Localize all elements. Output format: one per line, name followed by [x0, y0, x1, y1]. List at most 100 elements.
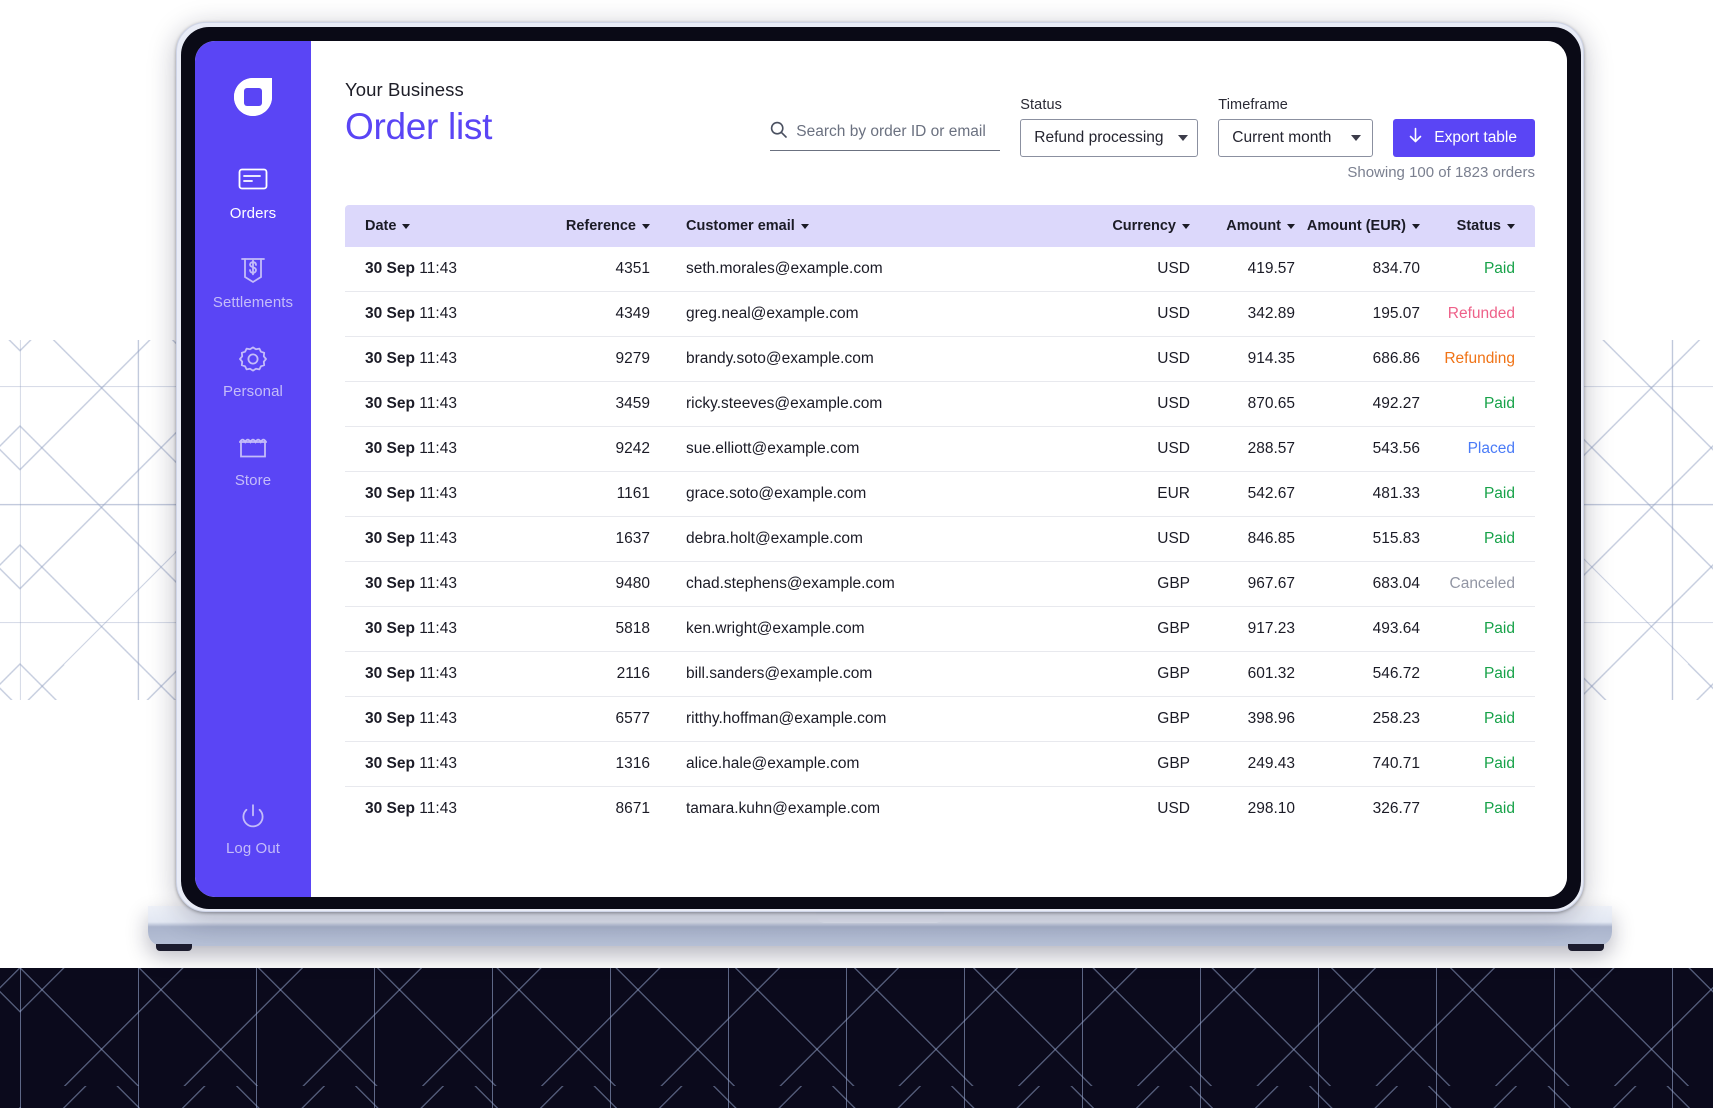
cell-reference: 4351 — [615, 260, 650, 277]
storefront-icon — [238, 434, 268, 464]
table-row[interactable]: 30 Sep 11:43 9279 brandy.soto@example.com U… — [345, 337, 1535, 382]
cell-currency: USD — [1157, 395, 1190, 412]
status-badge: Paid — [1483, 530, 1515, 547]
export-table-button[interactable]: Export table — [1393, 119, 1535, 157]
status-badge: Refunding — [1444, 350, 1515, 367]
column-header-reference[interactable]: Reference — [540, 205, 650, 247]
cell-reference: 3459 — [615, 395, 650, 412]
cell-amount: 298.10 — [1247, 800, 1295, 817]
cell-date-time: 11:43 — [419, 260, 457, 277]
cell-date-time: 11:43 — [419, 440, 457, 457]
cell-reference: 1316 — [615, 755, 650, 772]
cell-amount: 967.67 — [1247, 575, 1295, 592]
sidebar-item-orders[interactable]: Orders — [195, 167, 311, 222]
table-row[interactable]: 30 Sep 11:43 9242 sue.elliott@example.com U… — [345, 427, 1535, 472]
status-badge: Paid — [1483, 665, 1515, 682]
chevron-down-icon — [800, 223, 809, 229]
cell-currency: USD — [1157, 800, 1190, 817]
cell-currency: GBP — [1157, 620, 1190, 637]
cell-customer-email: bill.sanders@example.com — [686, 665, 873, 682]
column-header-customer-email[interactable]: Customer email — [650, 205, 1100, 247]
cell-reference: 9480 — [615, 575, 650, 592]
cell-reference: 1637 — [615, 530, 650, 547]
cell-date: 30 Sep 11:43 — [345, 337, 540, 382]
cell-reference: 9279 — [615, 350, 650, 367]
search-field[interactable] — [770, 121, 1001, 151]
cell-customer-email: ritthy.hoffman@example.com — [686, 710, 887, 727]
page-header: Your Business Order list Search by order… — [345, 77, 1535, 157]
laptop-foot-right — [1568, 944, 1604, 951]
cell-date: 30 Sep 11:43 — [345, 427, 540, 472]
cell-amount-eur: 683.04 — [1372, 575, 1420, 592]
status-badge: Canceled — [1449, 575, 1516, 592]
sidebar-item-store[interactable]: Store — [195, 434, 311, 489]
cell-currency: USD — [1157, 530, 1190, 547]
table-row[interactable]: 30 Sep 11:43 5818 ken.wright@example.com GB… — [345, 607, 1535, 652]
card-lines-icon — [238, 167, 268, 197]
cell-amount-eur: 543.56 — [1372, 440, 1420, 457]
status-badge: Paid — [1483, 395, 1515, 412]
cell-date-day: 30 Sep — [365, 755, 415, 772]
cell-amount-eur: 834.70 — [1372, 260, 1420, 277]
status-filter-label: Status — [1020, 97, 1062, 113]
cell-date: 30 Sep 11:43 — [345, 607, 540, 652]
table-row[interactable]: 30 Sep 11:43 8671 tamara.kuhn@example.com U… — [345, 787, 1535, 832]
table-row[interactable]: 30 Sep 11:43 4351 seth.morales@example.com… — [345, 247, 1535, 292]
status-badge: Placed — [1467, 440, 1515, 457]
table-row[interactable]: 30 Sep 11:43 3459 ricky.steeves@example.co… — [345, 382, 1535, 427]
table-row[interactable]: 30 Sep 11:43 6577 ritthy.hoffman@example.c… — [345, 697, 1535, 742]
sidebar-item-label: Settlements — [212, 294, 294, 311]
column-header-amount[interactable]: Amount — [1190, 205, 1295, 247]
cell-amount-eur: 326.77 — [1372, 800, 1420, 817]
title-block: Your Business Order list — [345, 77, 645, 148]
sidebar-item-logout[interactable]: Log Out — [195, 802, 311, 857]
column-header-label: Customer email — [686, 218, 795, 234]
table-row[interactable]: 30 Sep 11:43 2116 bill.sanders@example.com… — [345, 652, 1535, 697]
table-row[interactable]: 30 Sep 11:43 1637 debra.holt@example.com US… — [345, 517, 1535, 562]
cell-date-day: 30 Sep — [365, 350, 415, 367]
search-input[interactable] — [796, 123, 1001, 141]
page-title: Order list — [345, 106, 493, 147]
table-row[interactable]: 30 Sep 11:43 9480 chad.stephens@example.co… — [345, 562, 1535, 607]
chevron-down-icon — [1177, 135, 1188, 141]
chevron-down-icon — [1182, 223, 1190, 229]
table-row[interactable]: 30 Sep 11:43 1316 alice.hale@example.com GB… — [345, 742, 1535, 787]
column-header-date[interactable]: Date — [345, 205, 540, 247]
sidebar-item-label: Personal — [222, 383, 283, 400]
table-row[interactable]: 30 Sep 11:43 4349 greg.neal@example.com USD… — [345, 292, 1535, 337]
app-logo[interactable] — [231, 75, 275, 119]
column-header-amount-eur[interactable]: Amount (EUR) — [1295, 205, 1420, 247]
status-badge: Paid — [1483, 260, 1515, 277]
timeframe-select[interactable]: Current month — [1218, 119, 1374, 157]
cell-date: 30 Sep 11:43 — [345, 742, 540, 787]
column-header-status[interactable]: Status — [1420, 205, 1535, 247]
gear-icon — [238, 345, 268, 375]
cell-reference: 9242 — [615, 440, 650, 457]
table-row[interactable]: 30 Sep 11:43 1161 grace.soto@example.com EU… — [345, 472, 1535, 517]
cell-date: 30 Sep 11:43 — [345, 562, 540, 607]
cell-date: 30 Sep 11:43 — [345, 787, 540, 832]
cell-amount-eur: 493.64 — [1372, 620, 1420, 637]
status-select[interactable]: Refund processing — [1020, 119, 1199, 157]
cell-amount: 249.43 — [1247, 755, 1295, 772]
cell-currency: EUR — [1157, 485, 1190, 502]
column-header-currency[interactable]: Currency — [1100, 205, 1190, 247]
column-header-label: Status — [1456, 218, 1501, 234]
cell-amount: 917.23 — [1247, 620, 1295, 637]
sidebar-item-personal[interactable]: Personal — [195, 345, 311, 400]
status-select-value: Refund processing — [1034, 129, 1164, 146]
cell-amount-eur: 740.71 — [1372, 755, 1420, 772]
cell-date-time: 11:43 — [419, 530, 457, 547]
cell-date-day: 30 Sep — [365, 620, 415, 637]
filter-controls: Status Refund processing Timeframe Curre… — [770, 77, 1535, 157]
cell-reference: 2116 — [616, 665, 650, 682]
cell-date: 30 Sep 11:43 — [345, 517, 540, 562]
cell-amount: 288.57 — [1247, 440, 1295, 457]
sidebar-item-settlements[interactable]: Settlements — [195, 256, 311, 311]
column-header-label: Amount — [1226, 218, 1281, 234]
cell-date-time: 11:43 — [419, 665, 457, 682]
cell-customer-email: seth.morales@example.com — [686, 260, 883, 277]
sidebar: Orders Settlements Personal Store Log Ou… — [195, 41, 311, 897]
cell-date-day: 30 Sep — [365, 710, 415, 727]
cell-date-time: 11:43 — [419, 395, 457, 412]
